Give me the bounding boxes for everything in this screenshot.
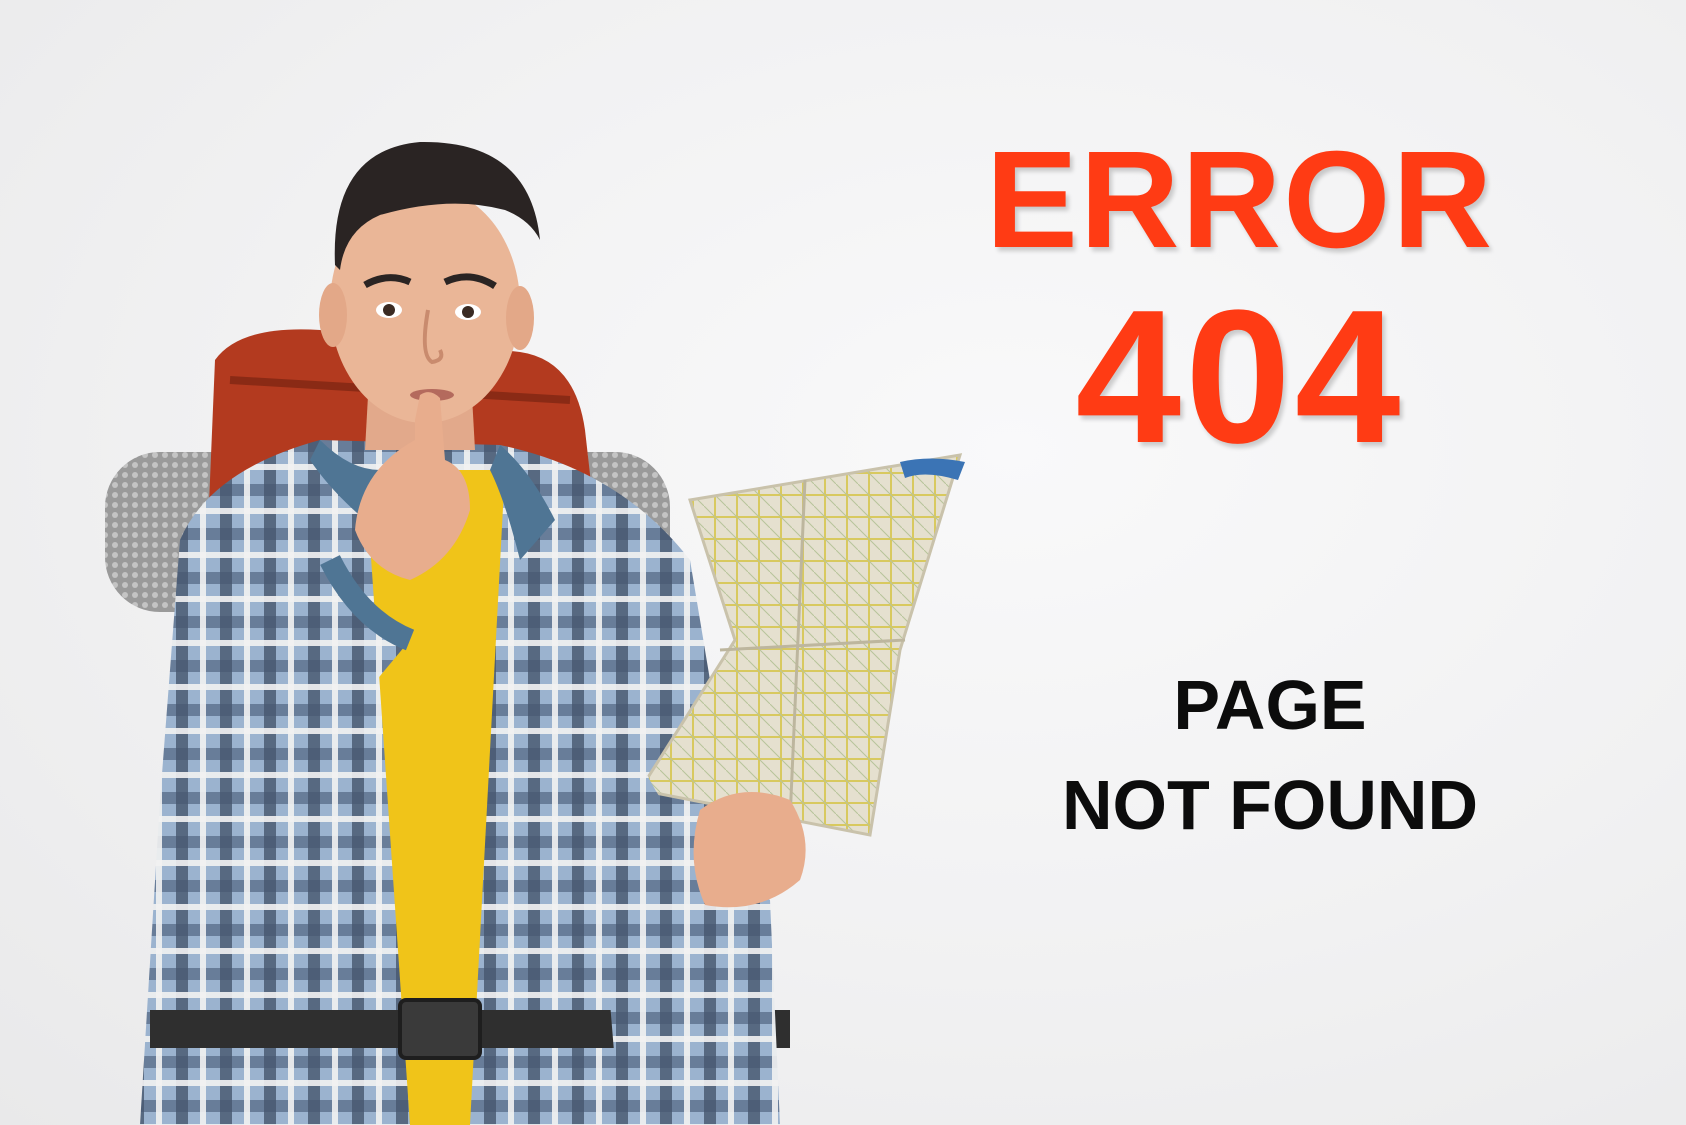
backpacker-photo	[105, 141, 965, 1125]
error-code: 404	[1075, 271, 1405, 483]
error-heading: ERROR 404	[960, 130, 1520, 472]
message-line-1: PAGE	[1173, 666, 1367, 744]
error-page: ERROR 404 PAGE NOT FOUND	[0, 0, 1686, 1125]
hand-holding-map	[693, 792, 806, 908]
not-found-message: PAGE NOT FOUND	[1000, 655, 1540, 855]
message-line-2: NOT FOUND	[1061, 766, 1479, 844]
error-word: ERROR	[985, 123, 1495, 277]
